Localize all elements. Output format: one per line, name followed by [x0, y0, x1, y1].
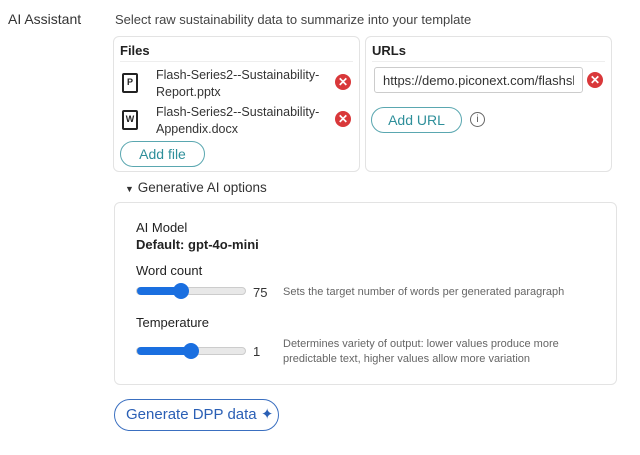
info-icon[interactable]: i	[470, 112, 485, 127]
ai-model-value: Default: gpt-4o-mini	[136, 237, 259, 252]
files-panel: Files P Flash-Series2--Sustainability- Re…	[113, 36, 360, 172]
remove-url-icon[interactable]: ✕	[587, 72, 603, 88]
temperature-slider[interactable]	[136, 343, 246, 359]
url-input[interactable]	[374, 67, 583, 93]
divider	[372, 61, 605, 62]
sparkle-icon: ✦	[260, 406, 274, 423]
generate-dpp-data-button[interactable]: Generate DPP data ✦	[114, 399, 279, 431]
caret-down-icon: ▼	[125, 184, 134, 194]
word-count-label: Word count	[136, 263, 203, 278]
file-item: P Flash-Series2--Sustainability- Report.p…	[120, 67, 352, 103]
file-name: Flash-Series2--Sustainability- Appendix.d…	[156, 105, 320, 136]
toggle-label: Generative AI options	[137, 180, 267, 195]
file-name: Flash-Series2--Sustainability- Report.ppt…	[156, 68, 320, 99]
remove-file-icon[interactable]: ✕	[335, 74, 351, 90]
section-label: AI Assistant	[8, 11, 82, 27]
ai-model-label: AI Model	[136, 220, 188, 235]
urls-title: URLs	[372, 43, 406, 58]
docx-file-icon: W	[122, 110, 138, 130]
word-count-slider[interactable]	[136, 283, 246, 299]
add-url-button[interactable]: Add URL	[371, 107, 462, 133]
files-title: Files	[120, 43, 150, 58]
word-count-hint: Sets the target number of words per gene…	[283, 286, 565, 298]
temperature-value: 1	[253, 344, 261, 359]
intro-text: Select raw sustainability data to summar…	[115, 12, 472, 27]
remove-file-icon[interactable]: ✕	[335, 111, 351, 127]
add-file-button[interactable]: Add file	[120, 141, 205, 167]
file-item: W Flash-Series2--Sustainability- Appendix…	[120, 104, 352, 140]
slider-thumb[interactable]	[183, 343, 199, 359]
divider	[120, 61, 353, 62]
urls-panel: URLs ✕ Add URL i	[365, 36, 612, 172]
temperature-label: Temperature	[136, 315, 209, 330]
temperature-hint: Determines variety of output: lower valu…	[283, 338, 559, 365]
generative-ai-options-toggle[interactable]: ▼ Generative AI options	[125, 180, 267, 195]
word-count-value: 75	[253, 285, 268, 300]
generate-label: Generate DPP data	[126, 406, 257, 423]
pptx-file-icon: P	[122, 73, 138, 93]
